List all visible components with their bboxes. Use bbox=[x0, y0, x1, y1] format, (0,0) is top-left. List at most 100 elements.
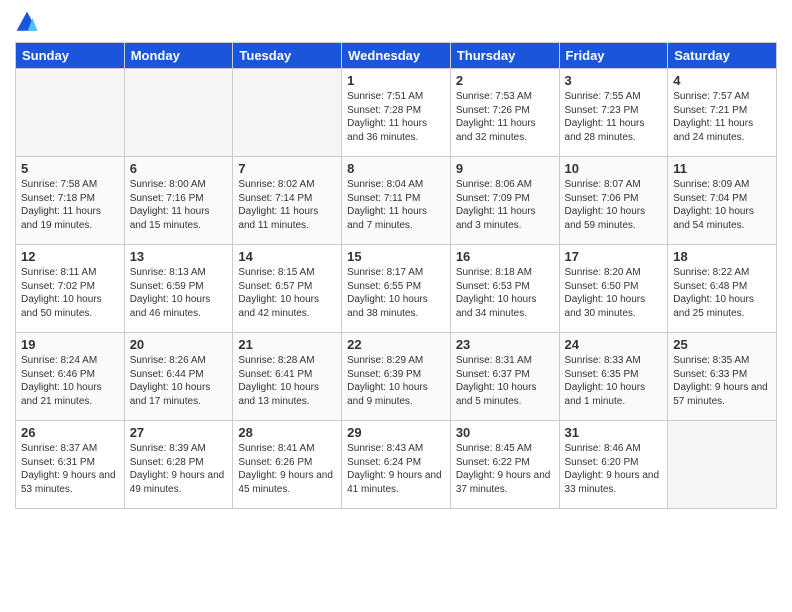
day-info: Sunrise: 8:13 AMSunset: 6:59 PMDaylight:… bbox=[130, 266, 228, 320]
calendar-cell: 8 Sunrise: 8:04 AMSunset: 7:11 PMDaylight… bbox=[342, 157, 451, 245]
day-info: Sunrise: 8:24 AMSunset: 6:46 PMDaylight:… bbox=[21, 354, 119, 408]
week-row-4: 19 Sunrise: 8:24 AMSunset: 6:46 PMDayligh… bbox=[16, 333, 777, 421]
day-info: Sunrise: 8:33 AMSunset: 6:35 PMDaylight:… bbox=[565, 354, 663, 408]
calendar-cell: 24 Sunrise: 8:33 AMSunset: 6:35 PMDayligh… bbox=[559, 333, 668, 421]
calendar-cell: 30 Sunrise: 8:45 AMSunset: 6:22 PMDayligh… bbox=[450, 421, 559, 509]
calendar-table: SundayMondayTuesdayWednesdayThursdayFrid… bbox=[15, 42, 777, 509]
day-header-sunday: Sunday bbox=[16, 43, 125, 69]
week-row-3: 12 Sunrise: 8:11 AMSunset: 7:02 PMDayligh… bbox=[16, 245, 777, 333]
calendar-cell: 13Sunrise: 8:13 AMSunset: 6:59 PMDayligh… bbox=[124, 245, 233, 333]
day-number: 24 bbox=[565, 337, 663, 352]
calendar-cell: 15Sunrise: 8:17 AMSunset: 6:55 PMDayligh… bbox=[342, 245, 451, 333]
day-header-friday: Friday bbox=[559, 43, 668, 69]
calendar-cell: 9 Sunrise: 8:06 AMSunset: 7:09 PMDaylight… bbox=[450, 157, 559, 245]
day-info: Sunrise: 8:02 AMSunset: 7:14 PMDaylight:… bbox=[238, 178, 336, 232]
week-row-1: 1Sunrise: 7:51 AMSunset: 7:28 PMDaylight… bbox=[16, 69, 777, 157]
day-number: 27 bbox=[130, 425, 228, 440]
day-number: 6 bbox=[130, 161, 228, 176]
day-info: Sunrise: 8:29 AMSunset: 6:39 PMDaylight:… bbox=[347, 354, 445, 408]
day-info: Sunrise: 7:58 AMSunset: 7:18 PMDaylight:… bbox=[21, 178, 119, 232]
day-info: Sunrise: 8:46 AMSunset: 6:20 PMDaylight:… bbox=[565, 442, 663, 496]
calendar-header-row: SundayMondayTuesdayWednesdayThursdayFrid… bbox=[16, 43, 777, 69]
calendar-cell: 26 Sunrise: 8:37 AMSunset: 6:31 PMDayligh… bbox=[16, 421, 125, 509]
day-number: 19 bbox=[21, 337, 119, 352]
calendar-cell: 3 Sunrise: 7:55 AMSunset: 7:23 PMDaylight… bbox=[559, 69, 668, 157]
day-number: 17 bbox=[565, 249, 663, 264]
calendar-cell: 14 Sunrise: 8:15 AMSunset: 6:57 PMDayligh… bbox=[233, 245, 342, 333]
day-info: Sunrise: 8:31 AMSunset: 6:37 PMDaylight:… bbox=[456, 354, 554, 408]
day-number: 3 bbox=[565, 73, 663, 88]
day-number: 12 bbox=[21, 249, 119, 264]
calendar-cell bbox=[124, 69, 233, 157]
day-info: Sunrise: 7:55 AMSunset: 7:23 PMDaylight:… bbox=[565, 90, 663, 144]
header bbox=[15, 10, 777, 34]
calendar-cell: 18 Sunrise: 8:22 AMSunset: 6:48 PMDayligh… bbox=[668, 245, 777, 333]
calendar-body: 1Sunrise: 7:51 AMSunset: 7:28 PMDaylight… bbox=[16, 69, 777, 509]
day-number: 16 bbox=[456, 249, 554, 264]
day-info: Sunrise: 8:11 AMSunset: 7:02 PMDaylight:… bbox=[21, 266, 119, 320]
day-number: 31 bbox=[565, 425, 663, 440]
day-number: 29 bbox=[347, 425, 445, 440]
day-info: Sunrise: 8:09 AMSunset: 7:04 PMDaylight:… bbox=[673, 178, 771, 232]
day-info: Sunrise: 8:26 AMSunset: 6:44 PMDaylight:… bbox=[130, 354, 228, 408]
day-info: Sunrise: 8:35 AMSunset: 6:33 PMDaylight:… bbox=[673, 354, 771, 408]
day-info: Sunrise: 8:41 AMSunset: 6:26 PMDaylight:… bbox=[238, 442, 336, 496]
calendar-cell: 23 Sunrise: 8:31 AMSunset: 6:37 PMDayligh… bbox=[450, 333, 559, 421]
day-number: 9 bbox=[456, 161, 554, 176]
calendar-cell: 31 Sunrise: 8:46 AMSunset: 6:20 PMDayligh… bbox=[559, 421, 668, 509]
day-number: 26 bbox=[21, 425, 119, 440]
day-info: Sunrise: 8:20 AMSunset: 6:50 PMDaylight:… bbox=[565, 266, 663, 320]
day-number: 4 bbox=[673, 73, 771, 88]
week-row-2: 5 Sunrise: 7:58 AMSunset: 7:18 PMDaylight… bbox=[16, 157, 777, 245]
day-number: 8 bbox=[347, 161, 445, 176]
day-info: Sunrise: 8:18 AMSunset: 6:53 PMDaylight:… bbox=[456, 266, 554, 320]
day-info: Sunrise: 7:51 AMSunset: 7:28 PMDaylight:… bbox=[347, 90, 445, 144]
day-info: Sunrise: 8:04 AMSunset: 7:11 PMDaylight:… bbox=[347, 178, 445, 232]
day-number: 30 bbox=[456, 425, 554, 440]
day-info: Sunrise: 8:43 AMSunset: 6:24 PMDaylight:… bbox=[347, 442, 445, 496]
day-info: Sunrise: 8:15 AMSunset: 6:57 PMDaylight:… bbox=[238, 266, 336, 320]
day-header-saturday: Saturday bbox=[668, 43, 777, 69]
day-number: 2 bbox=[456, 73, 554, 88]
calendar-cell: 28 Sunrise: 8:41 AMSunset: 6:26 PMDayligh… bbox=[233, 421, 342, 509]
calendar-cell: 29 Sunrise: 8:43 AMSunset: 6:24 PMDayligh… bbox=[342, 421, 451, 509]
day-info: Sunrise: 8:07 AMSunset: 7:06 PMDaylight:… bbox=[565, 178, 663, 232]
calendar-cell: 17 Sunrise: 8:20 AMSunset: 6:50 PMDayligh… bbox=[559, 245, 668, 333]
calendar-cell: 19 Sunrise: 8:24 AMSunset: 6:46 PMDayligh… bbox=[16, 333, 125, 421]
day-number: 14 bbox=[238, 249, 336, 264]
day-header-wednesday: Wednesday bbox=[342, 43, 451, 69]
day-info: Sunrise: 8:45 AMSunset: 6:22 PMDaylight:… bbox=[456, 442, 554, 496]
day-number: 5 bbox=[21, 161, 119, 176]
day-number: 28 bbox=[238, 425, 336, 440]
logo bbox=[15, 10, 43, 34]
day-number: 10 bbox=[565, 161, 663, 176]
day-header-thursday: Thursday bbox=[450, 43, 559, 69]
calendar-cell: 2Sunrise: 7:53 AMSunset: 7:26 PMDaylight… bbox=[450, 69, 559, 157]
day-info: Sunrise: 8:00 AMSunset: 7:16 PMDaylight:… bbox=[130, 178, 228, 232]
calendar-cell bbox=[668, 421, 777, 509]
day-number: 25 bbox=[673, 337, 771, 352]
logo-icon bbox=[15, 10, 39, 34]
day-info: Sunrise: 8:37 AMSunset: 6:31 PMDaylight:… bbox=[21, 442, 119, 496]
week-row-5: 26 Sunrise: 8:37 AMSunset: 6:31 PMDayligh… bbox=[16, 421, 777, 509]
calendar-cell: 4Sunrise: 7:57 AMSunset: 7:21 PMDaylight… bbox=[668, 69, 777, 157]
page: SundayMondayTuesdayWednesdayThursdayFrid… bbox=[0, 0, 792, 612]
calendar-cell: 20Sunrise: 8:26 AMSunset: 6:44 PMDayligh… bbox=[124, 333, 233, 421]
calendar-cell: 25 Sunrise: 8:35 AMSunset: 6:33 PMDayligh… bbox=[668, 333, 777, 421]
calendar-cell: 21Sunrise: 8:28 AMSunset: 6:41 PMDayligh… bbox=[233, 333, 342, 421]
day-number: 11 bbox=[673, 161, 771, 176]
calendar-cell bbox=[16, 69, 125, 157]
calendar-cell: 5 Sunrise: 7:58 AMSunset: 7:18 PMDaylight… bbox=[16, 157, 125, 245]
day-number: 23 bbox=[456, 337, 554, 352]
day-number: 18 bbox=[673, 249, 771, 264]
day-info: Sunrise: 8:17 AMSunset: 6:55 PMDaylight:… bbox=[347, 266, 445, 320]
day-number: 7 bbox=[238, 161, 336, 176]
day-info: Sunrise: 8:06 AMSunset: 7:09 PMDaylight:… bbox=[456, 178, 554, 232]
day-info: Sunrise: 8:39 AMSunset: 6:28 PMDaylight:… bbox=[130, 442, 228, 496]
day-info: Sunrise: 8:22 AMSunset: 6:48 PMDaylight:… bbox=[673, 266, 771, 320]
day-header-monday: Monday bbox=[124, 43, 233, 69]
calendar-cell: 12 Sunrise: 8:11 AMSunset: 7:02 PMDayligh… bbox=[16, 245, 125, 333]
day-number: 22 bbox=[347, 337, 445, 352]
day-info: Sunrise: 8:28 AMSunset: 6:41 PMDaylight:… bbox=[238, 354, 336, 408]
calendar-cell: 27 Sunrise: 8:39 AMSunset: 6:28 PMDayligh… bbox=[124, 421, 233, 509]
